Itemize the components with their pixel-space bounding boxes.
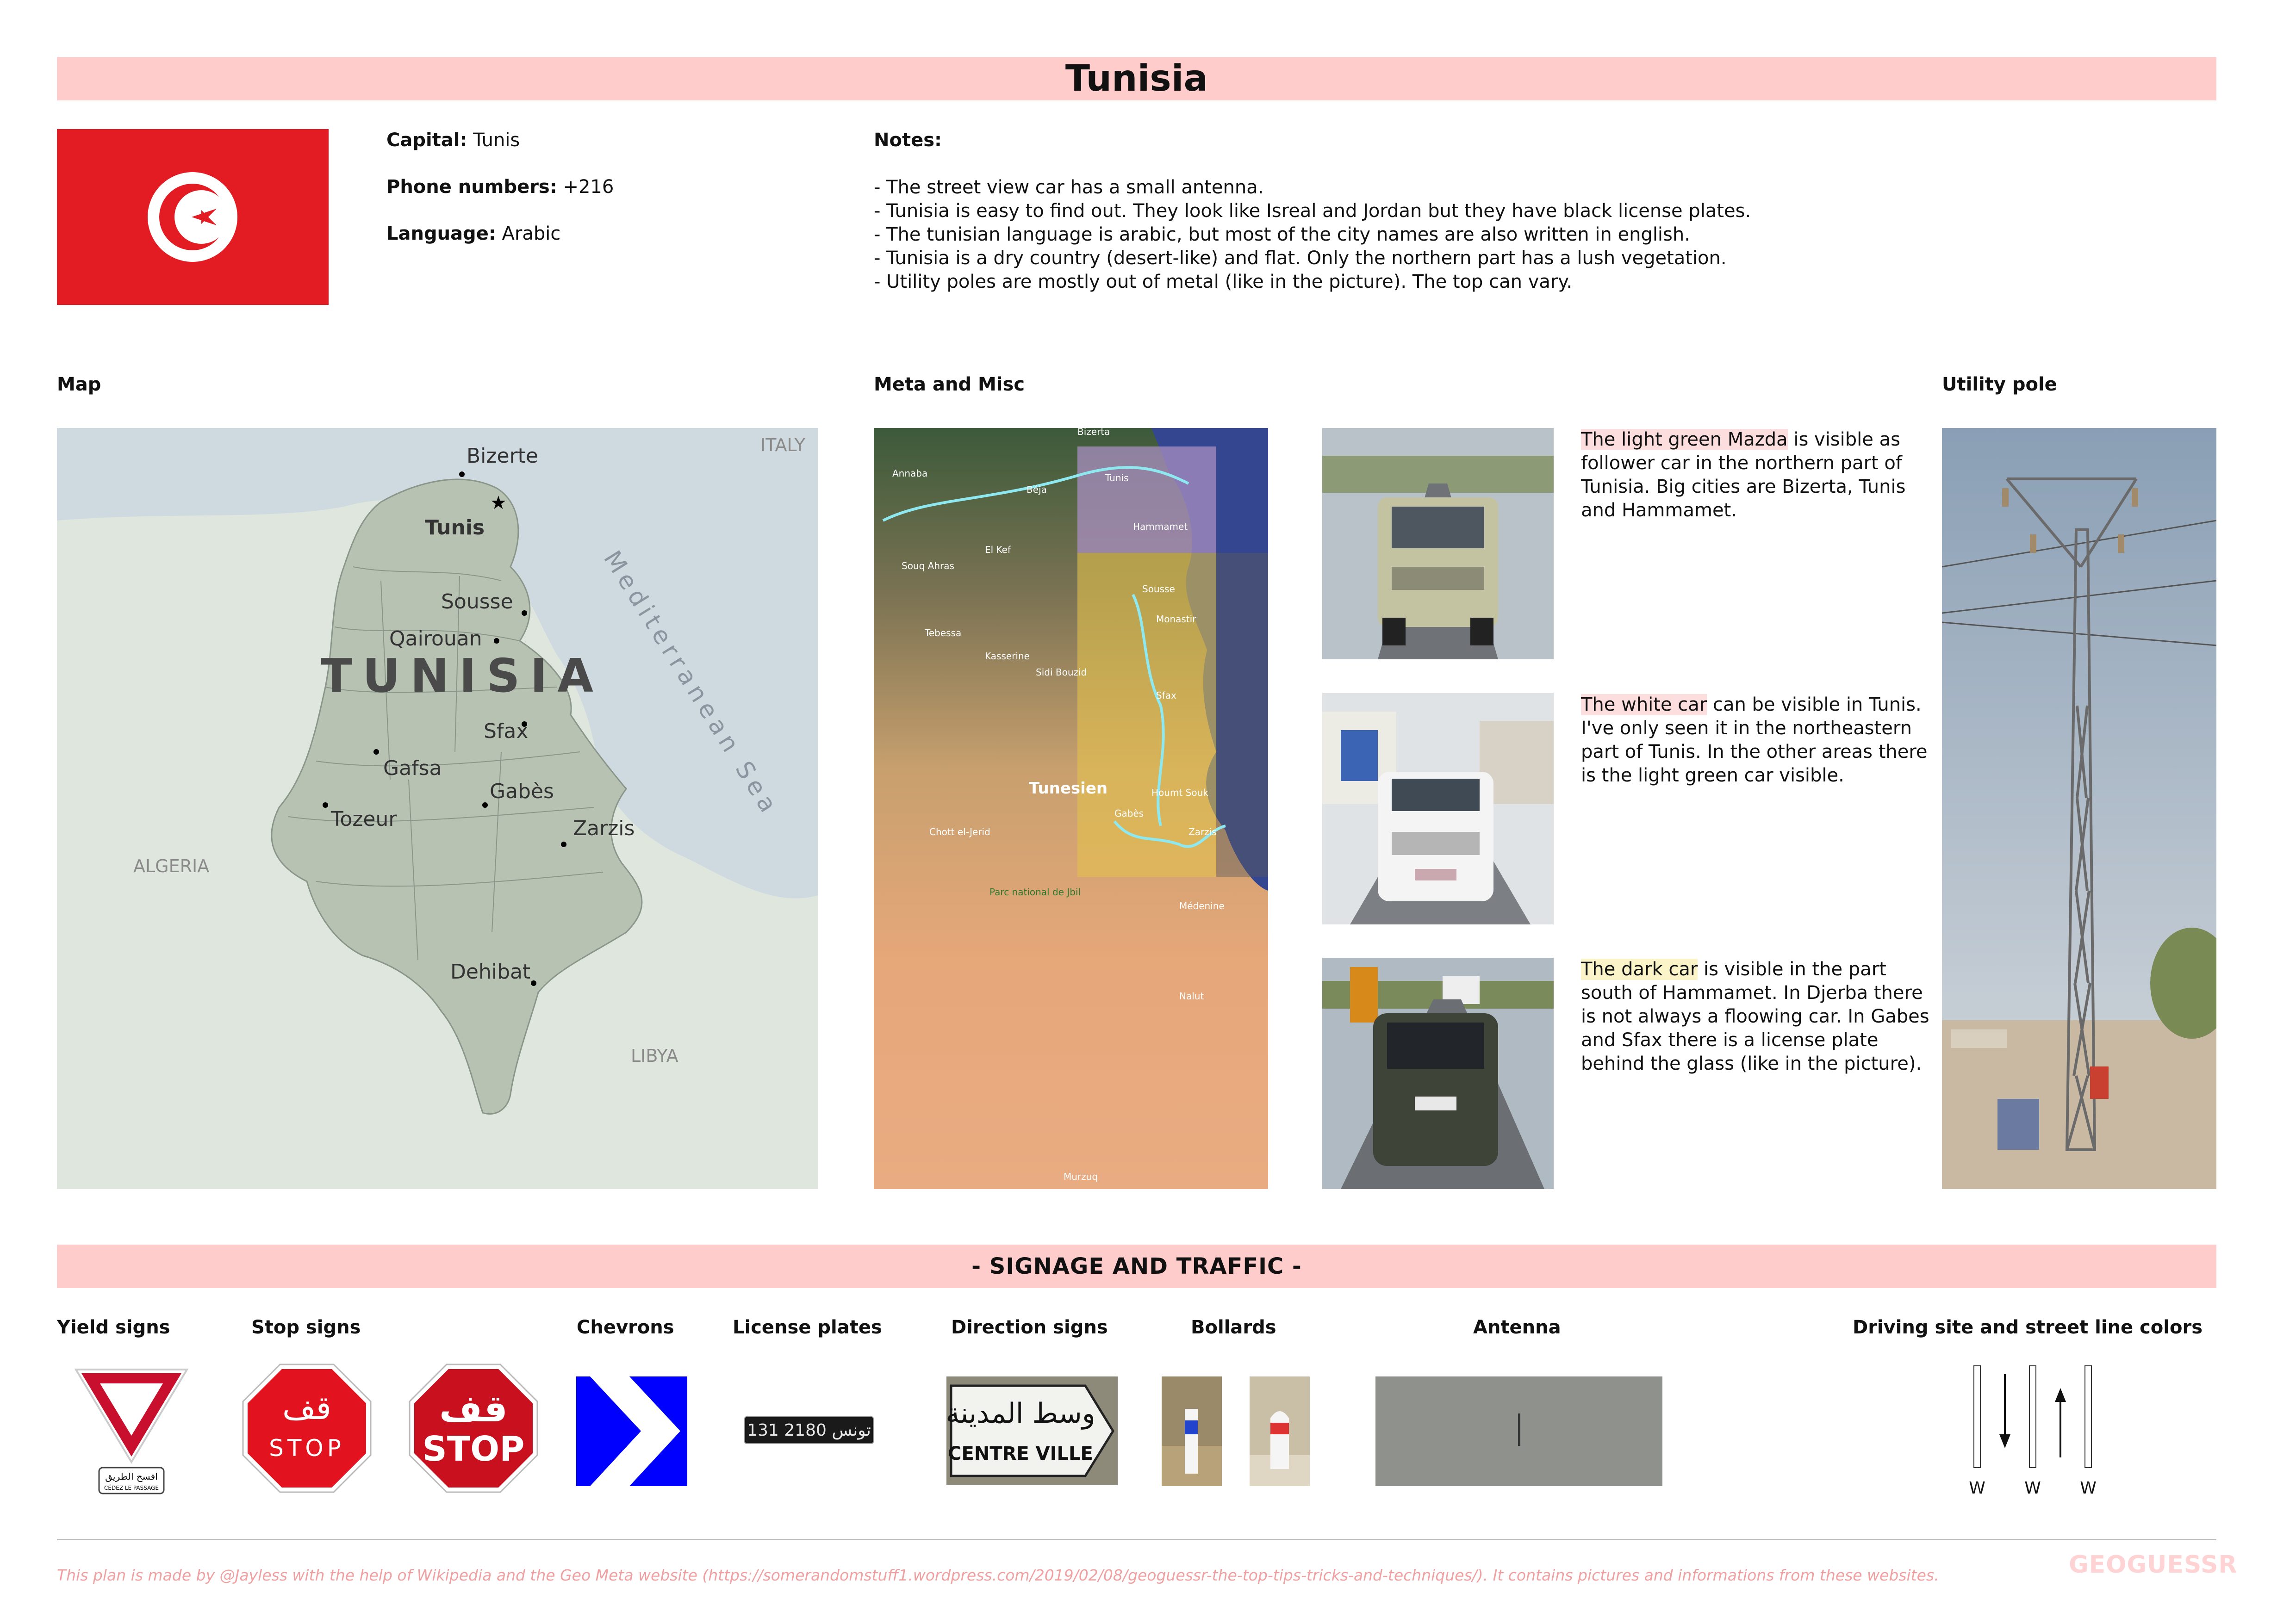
map-city: Gabès xyxy=(490,780,554,803)
map-city: Sfax xyxy=(484,719,528,743)
stop-heading: Stop signs xyxy=(251,1317,361,1338)
meta-map-label: Chott el-Jerid xyxy=(929,826,990,837)
meta-map-label: Médenine xyxy=(1179,900,1225,911)
meta-map-label: Houmt Souk xyxy=(1151,787,1208,798)
chevron-sign xyxy=(576,1376,687,1486)
antenna-photo xyxy=(1375,1376,1662,1486)
utility-pole-heading: Utility pole xyxy=(1942,374,2057,395)
meta-map-label: Annaba xyxy=(892,468,927,479)
map-label-libya: LIBYA xyxy=(631,1046,678,1066)
meta-map-label: Tebessa xyxy=(924,627,961,638)
map-label-algeria: ALGERIA xyxy=(133,856,209,876)
lane-label: W xyxy=(2080,1479,2097,1498)
meta-map-label: Monastir xyxy=(1156,614,1196,625)
chevrons-heading: Chevrons xyxy=(577,1317,674,1338)
geoguessr-logo: GEOGUESSR xyxy=(2069,1551,2238,1579)
map-city: Tozeur xyxy=(330,807,397,831)
direction-sign: وسط المدينة CENTRE VILLE xyxy=(946,1376,1118,1485)
notes-list: - The street view car has a small antenn… xyxy=(874,176,1751,294)
tunisia-map: ITALY ALGERIA LIBYA Mediterranean Sea TU… xyxy=(57,428,818,1189)
meta-map-label: Zarzis xyxy=(1188,826,1217,837)
phone-info: Phone numbers: +216 xyxy=(386,176,614,198)
footer-credits: This plan is made by @Jayless with the h… xyxy=(57,1566,1939,1584)
antenna-heading: Antenna xyxy=(1473,1317,1561,1338)
map-city: Tunis xyxy=(425,516,485,539)
stop-text-english: STOP xyxy=(269,1435,345,1462)
meta-map-label: Hammamet xyxy=(1133,521,1188,532)
license-plate: 131 تونس 2180 xyxy=(744,1416,874,1444)
yield-heading: Yield signs xyxy=(57,1317,170,1338)
footer-divider xyxy=(57,1539,2216,1540)
meta-map-label: El Kef xyxy=(985,544,1011,555)
car-note-mazda: The light green Mazda is visible as foll… xyxy=(1581,429,1906,521)
map-city: Gafsa xyxy=(383,756,442,780)
meta-map-label: Bizerta xyxy=(1077,428,1110,437)
lane-label: W xyxy=(1969,1479,1985,1498)
note-item: - Tunisia is easy to find out. They look… xyxy=(874,200,1751,222)
bollard-photo-1 xyxy=(1162,1376,1222,1486)
map-city: Sousse xyxy=(441,590,513,614)
note-item: - The street view car has a small antenn… xyxy=(874,177,1264,198)
stop-sign-1: قف STOP xyxy=(242,1364,372,1493)
meta-map-label: Béja xyxy=(1027,484,1047,495)
meta-map-label: Sfax xyxy=(1156,690,1176,701)
capital-info: Capital: Tunis xyxy=(386,130,520,151)
driving-heading: Driving site and street line colors xyxy=(1853,1317,2203,1338)
car-photo-mazda xyxy=(1322,428,1554,659)
utility-pole-photo xyxy=(1942,428,2216,1189)
meta-map-label: Tunis xyxy=(1105,472,1129,483)
meta-map-label: Sidi Bouzid xyxy=(1036,667,1087,678)
plate-text: 131 تونس 2180 xyxy=(747,1421,871,1440)
map-city: Bizerte xyxy=(467,444,538,468)
meta-map-label: Nalut xyxy=(1179,991,1204,1002)
car-note-dark: The dark car is visible in the part sout… xyxy=(1581,959,1929,1074)
page-title: Tunisia xyxy=(57,57,2216,100)
yield-text-arabic: افسح الطريق xyxy=(105,1471,158,1482)
stop-text-arabic: قف xyxy=(282,1389,331,1427)
meta-map-label: Gabès xyxy=(1114,808,1144,819)
notes-heading: Notes: xyxy=(874,130,942,151)
tunisia-flag xyxy=(57,129,329,305)
bollards-heading: Bollards xyxy=(1191,1317,1276,1338)
car-note-white: The white car can be visible in Tunis. I… xyxy=(1581,694,1928,786)
stop-text-arabic: قف xyxy=(439,1387,508,1430)
bollard-photo-2 xyxy=(1250,1376,1310,1486)
direction-heading: Direction signs xyxy=(951,1317,1108,1338)
note-item: - Utility poles are mostly out of metal … xyxy=(874,271,1573,292)
meta-heading: Meta and Misc xyxy=(874,374,1025,395)
direction-text-arabic: وسط المدينة xyxy=(946,1397,1095,1430)
meta-map-label: Tunesien xyxy=(1029,779,1108,798)
stop-text-english: STOP xyxy=(423,1429,525,1469)
language-info: Language: Arabic xyxy=(386,223,561,244)
map-city: Zarzis xyxy=(573,817,635,840)
meta-map-label: Sousse xyxy=(1142,583,1175,595)
lane-label: W xyxy=(2024,1479,2041,1498)
note-item: - Tunisia is a dry country (desert-like)… xyxy=(874,248,1727,269)
stop-sign-2: قف STOP xyxy=(409,1364,538,1493)
car-photo-dark xyxy=(1322,958,1554,1189)
direction-text-french: CENTRE VILLE xyxy=(948,1443,1093,1464)
meta-map-label: Parc national de Jbil xyxy=(989,886,1081,898)
map-city: Qairouan xyxy=(389,627,482,651)
car-photo-white xyxy=(1322,693,1554,924)
meta-map-label: Kasserine xyxy=(985,651,1030,662)
svg-text:★: ★ xyxy=(490,492,507,514)
map-heading: Map xyxy=(57,374,101,395)
yield-sign: افسح الطريق CÉDEZ LE PASSAGE xyxy=(71,1365,192,1499)
driving-side-diagram: W W W xyxy=(1962,1365,2115,1499)
meta-map-label: Souq Ahras xyxy=(902,560,954,571)
meta-coverage-map: Bizerta Annaba Tunis Hammamet Béja Souq … xyxy=(874,428,1268,1189)
map-label-italy: ITALY xyxy=(760,435,806,455)
yield-text-french: CÉDEZ LE PASSAGE xyxy=(104,1484,159,1491)
map-city: Dehibat xyxy=(450,960,530,984)
meta-map-label: Murzuq xyxy=(1064,1171,1098,1182)
plates-heading: License plates xyxy=(733,1317,882,1338)
map-label-country: TUNISIA xyxy=(321,649,604,703)
signage-banner: - SIGNAGE AND TRAFFIC - xyxy=(57,1245,2216,1288)
note-item: - The tunisian language is arabic, but m… xyxy=(874,224,1690,245)
